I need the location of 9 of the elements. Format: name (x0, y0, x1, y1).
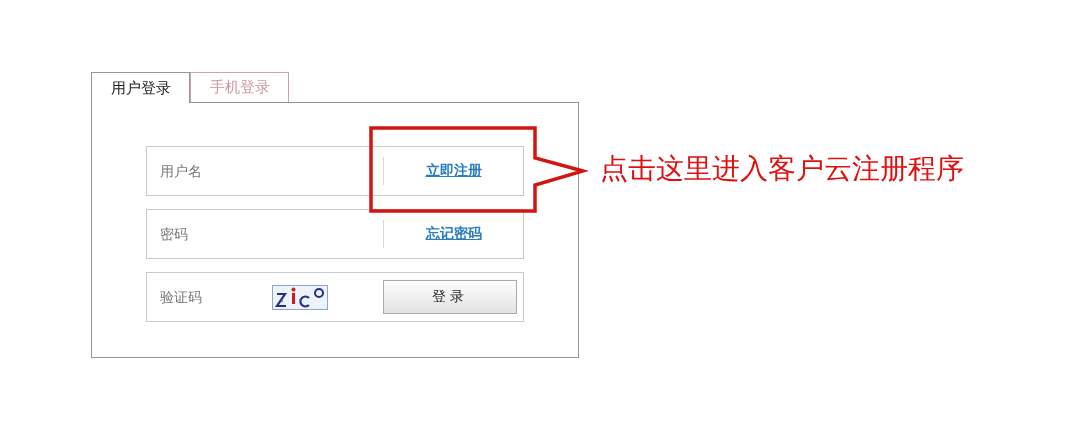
input-field[interactable]: 用户名 立即注册 (146, 146, 524, 196)
tab[interactable]: 手机登录 (190, 72, 289, 102)
login-button[interactable]: 登录 (383, 280, 517, 314)
link[interactable]: 立即注册 (425, 162, 482, 180)
input-field[interactable]: 验证码 登录 (146, 272, 524, 322)
tab[interactable]: 用户登录 (91, 72, 190, 103)
input-field[interactable]: 密码 忘记密码 (146, 209, 524, 259)
link[interactable]: 忘记密码 (425, 225, 482, 243)
callout-text: 点击这里进入客户云注册程序 (600, 151, 964, 187)
